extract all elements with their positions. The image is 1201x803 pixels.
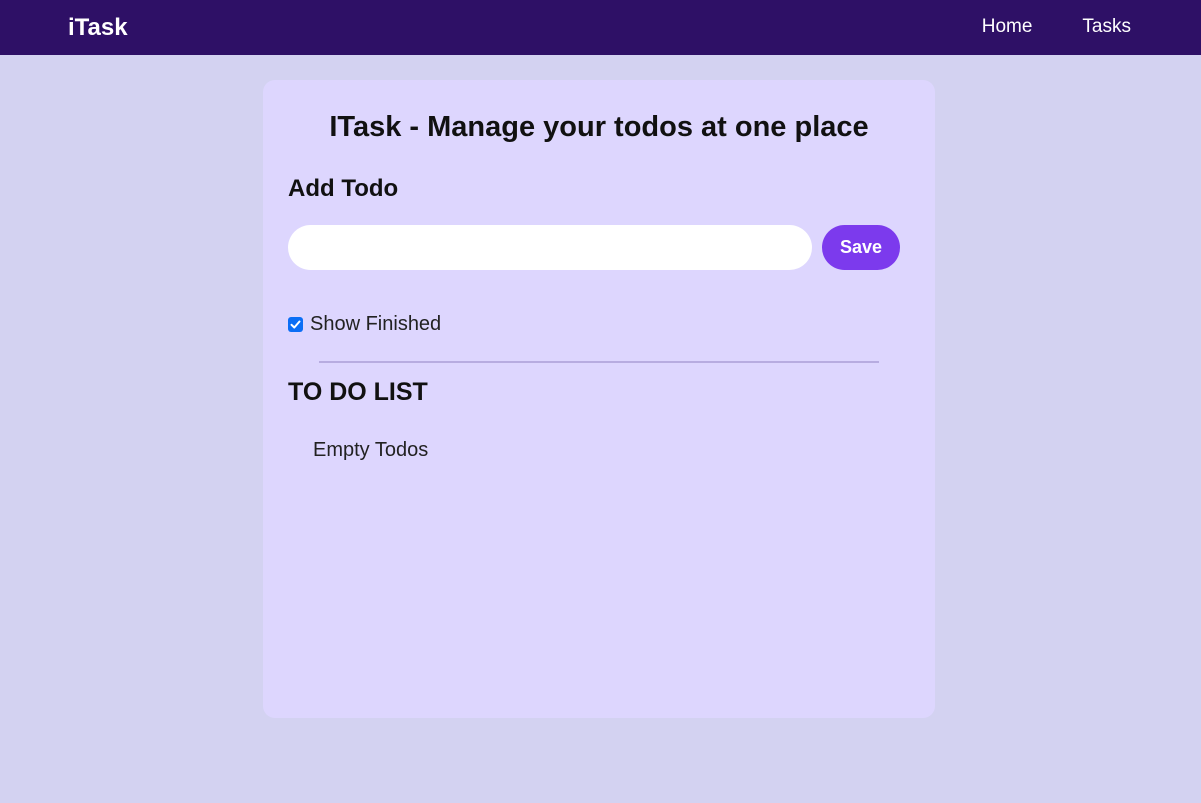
navbar: iTask Home Tasks <box>0 0 1201 55</box>
nav-link-tasks[interactable]: Tasks <box>1082 14 1131 40</box>
add-todo-heading: Add Todo <box>288 175 399 202</box>
todo-list-heading: TO DO LIST <box>288 378 428 406</box>
page-title: ITask - Manage your todos at one place <box>329 111 869 143</box>
show-finished-label[interactable]: Show Finished <box>310 313 441 335</box>
save-button[interactable]: Save <box>822 225 900 270</box>
nav-link-home[interactable]: Home <box>982 14 1033 40</box>
show-finished-toggle[interactable]: Show Finished <box>288 313 441 335</box>
nav-links: Home Tasks <box>982 14 1131 40</box>
checkmark-icon <box>290 320 301 328</box>
empty-todos-message: Empty Todos <box>313 439 429 461</box>
brand-logo[interactable]: iTask <box>68 13 128 43</box>
show-finished-checkbox[interactable] <box>288 316 303 332</box>
divider <box>319 361 879 363</box>
todo-card: ITask - Manage your todos at one place A… <box>263 80 935 718</box>
todo-input[interactable] <box>288 225 812 270</box>
